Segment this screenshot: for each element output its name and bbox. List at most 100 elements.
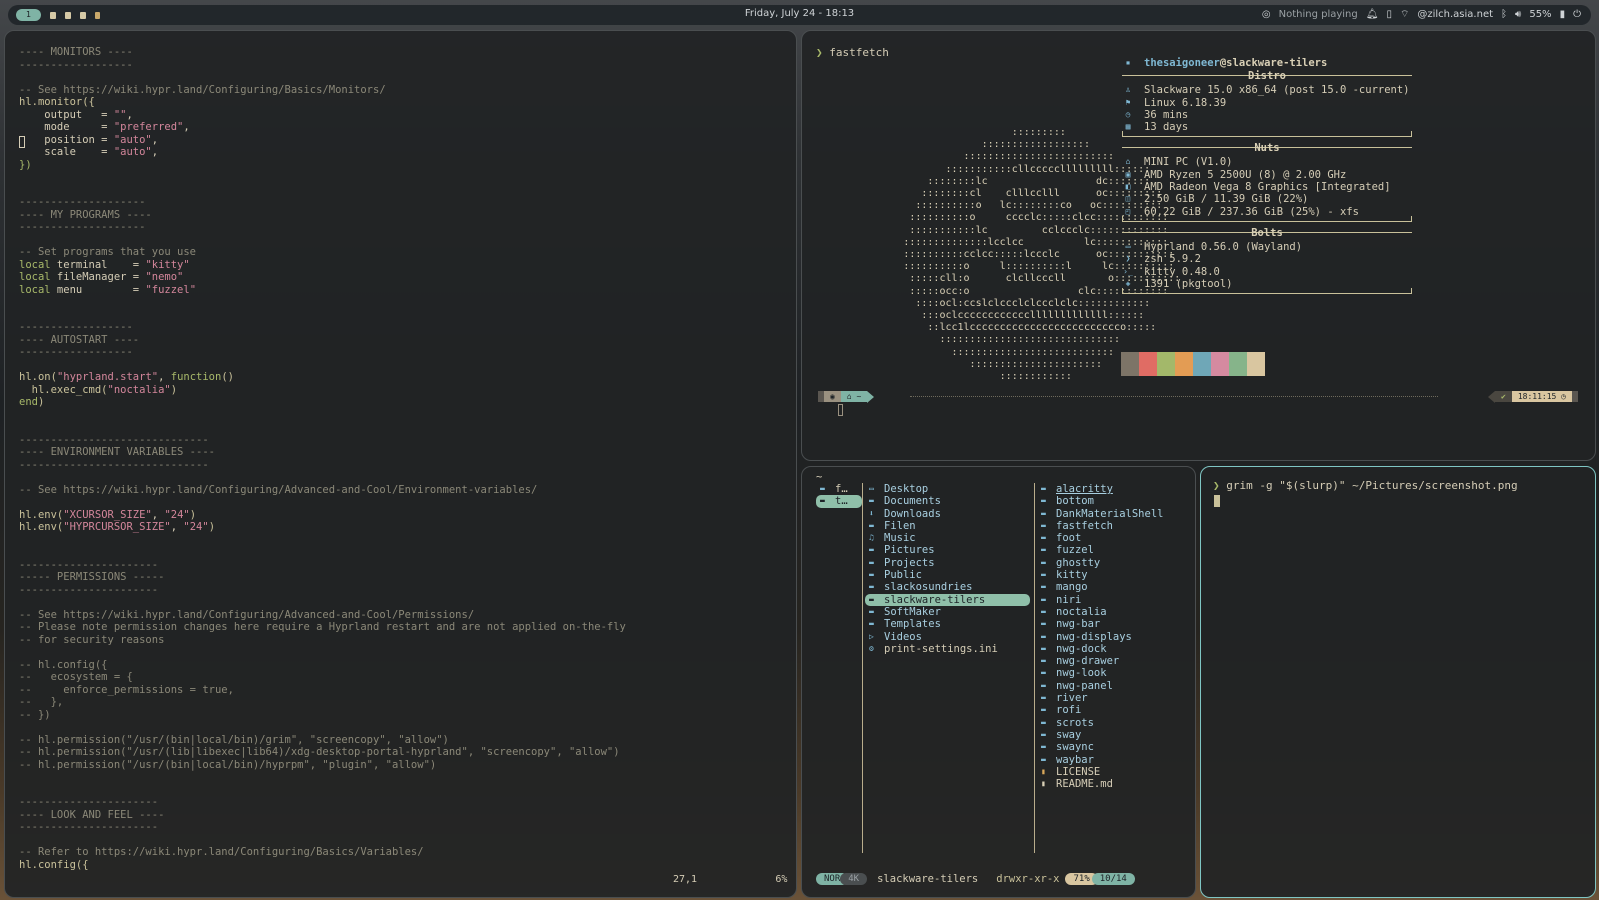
code-line[interactable]: ---- LOOK AND FEEL ---- <box>19 809 626 822</box>
nvim-window[interactable]: ---- MONITORS ---- ------------------ -- S… <box>4 30 797 898</box>
code-line[interactable]: local terminal = "kitty" <box>19 259 626 272</box>
network-name[interactable]: @zilch.asia.net <box>1417 9 1493 20</box>
code-line[interactable] <box>19 184 626 197</box>
preview-entry[interactable]: ▬ fastfetch <box>1037 520 1167 532</box>
code-line[interactable]: ---------------------- <box>19 821 626 834</box>
code-line[interactable]: hl.config({ <box>19 859 626 872</box>
code-line[interactable]: ---- ENVIRONMENT VARIABLES ---- <box>19 446 626 459</box>
code-line[interactable] <box>19 534 626 547</box>
code-line[interactable]: ---- AUTOSTART ---- <box>19 334 626 347</box>
code-line[interactable] <box>19 71 626 84</box>
code-line[interactable] <box>19 359 626 372</box>
code-line[interactable]: -- hl.permission("/usr/(bin|local/bin)/g… <box>19 734 626 747</box>
code-line[interactable]: local fileManager = "nemo" <box>19 271 626 284</box>
code-line[interactable]: -- hl.permission("/usr/(bin|local/bin)/h… <box>19 759 626 772</box>
preview-entry[interactable]: ▬ waybar <box>1037 754 1167 766</box>
file-entry[interactable]: ▬ Pictures <box>865 544 1030 556</box>
file-entry[interactable]: ▷ Videos <box>865 631 1030 643</box>
code-line[interactable]: -- See https://wiki.hypr.land/Configurin… <box>19 609 626 622</box>
code-line[interactable]: ---- MY PROGRAMS ---- <box>19 209 626 222</box>
code-line[interactable]: -- }, <box>19 696 626 709</box>
code-buffer[interactable]: ---- MONITORS ---- ------------------ -- S… <box>19 46 626 871</box>
file-entry[interactable]: ▬ Public <box>865 569 1030 581</box>
command-line[interactable]: ❯ grim -g "$(slurp)" ~/Pictures/screensh… <box>1213 479 1518 492</box>
file-entry[interactable]: ▬ Templates <box>865 618 1030 630</box>
parent-entry[interactable]: ▬ f… <box>816 483 862 495</box>
code-line[interactable]: ------------------ <box>19 59 626 72</box>
battery-icon[interactable]: ▮ <box>1560 9 1566 20</box>
preview-entry[interactable]: ▬ swaync <box>1037 741 1167 753</box>
preview-entry[interactable]: ▬ sway <box>1037 729 1167 741</box>
preview-entry[interactable]: ▬ rofi <box>1037 704 1167 716</box>
file-entry[interactable]: ▬ slackware-tilers <box>865 593 1030 606</box>
code-line[interactable]: }) <box>19 159 626 172</box>
volume-icon[interactable]: 🔊︎ <box>1515 9 1521 20</box>
preview-entry[interactable]: ▬ ghostty <box>1037 557 1167 569</box>
code-line[interactable]: -------------------- <box>19 196 626 209</box>
code-line[interactable]: -- Set programs that you use <box>19 246 626 259</box>
preview-entry[interactable]: ▮ README.md <box>1037 778 1167 790</box>
code-line[interactable]: output = "", <box>19 109 626 122</box>
code-line[interactable]: ---------------------- <box>19 796 626 809</box>
bell-icon[interactable]: 🔔︎ <box>1366 9 1379 20</box>
preview-entry[interactable]: ▬ scrots <box>1037 717 1167 729</box>
code-line[interactable]: -- Please note permission changes here r… <box>19 621 626 634</box>
terminal-window[interactable]: ❯ grim -g "$(slurp)" ~/Pictures/screensh… <box>1200 466 1596 898</box>
file-entry[interactable]: ▬ Documents <box>865 495 1030 507</box>
code-line[interactable] <box>19 721 626 734</box>
code-line[interactable]: -- }) <box>19 709 626 722</box>
file-entry[interactable]: ⚙ print-settings.ini <box>865 643 1030 655</box>
file-entry[interactable]: ▭ Desktop <box>865 483 1030 495</box>
preview-entry[interactable]: ▬ foot <box>1037 532 1167 544</box>
parent-entry[interactable]: ▬ t… <box>816 495 862 508</box>
preview-entry[interactable]: ▬ nwg-drawer <box>1037 655 1167 667</box>
code-line[interactable]: -- enforce_permissions = true, <box>19 684 626 697</box>
volume-level[interactable]: 55% <box>1529 9 1551 20</box>
code-line[interactable]: -- See https://wiki.hypr.land/Configurin… <box>19 484 626 497</box>
preview-entry[interactable]: ▬ DankMaterialShell <box>1037 508 1167 520</box>
fastfetch-window[interactable]: ❯ fastfetch ::::::::: ::::::::::::::::::… <box>801 30 1596 461</box>
code-line[interactable]: ----- PERMISSIONS ----- <box>19 571 626 584</box>
code-line[interactable]: ------------------------------ <box>19 434 626 447</box>
code-line[interactable] <box>19 309 626 322</box>
preview-entry[interactable]: ▬ alacritty <box>1037 483 1167 495</box>
media-status[interactable]: Nothing playing <box>1279 9 1358 20</box>
code-line[interactable]: -- See https://wiki.hypr.land/Configurin… <box>19 84 626 97</box>
preview-entry[interactable]: ▬ bottom <box>1037 495 1167 507</box>
code-line[interactable]: -------------------- <box>19 221 626 234</box>
code-line[interactable]: -- Refer to https://wiki.hypr.land/Confi… <box>19 846 626 859</box>
wifi-icon[interactable]: ⌔ <box>1400 8 1409 21</box>
code-line[interactable]: ---------------------- <box>19 584 626 597</box>
code-line[interactable] <box>19 546 626 559</box>
code-line[interactable]: position = "auto", <box>19 134 626 147</box>
code-line[interactable] <box>19 596 626 609</box>
file-entry[interactable]: ▬ Filen <box>865 520 1030 532</box>
code-line[interactable] <box>19 296 626 309</box>
preview-entry[interactable]: ▬ nwg-bar <box>1037 618 1167 630</box>
preview-entry[interactable]: ▬ nwg-look <box>1037 667 1167 679</box>
code-line[interactable]: hl.on("hyprland.start", function() <box>19 371 626 384</box>
code-line[interactable]: ---------------------- <box>19 559 626 572</box>
file-entry[interactable]: ▬ Projects <box>865 557 1030 569</box>
code-line[interactable]: ---- MONITORS ---- <box>19 46 626 59</box>
preview-entry[interactable]: ▬ nwg-displays <box>1037 631 1167 643</box>
code-line[interactable] <box>19 471 626 484</box>
code-line[interactable]: local menu = "fuzzel" <box>19 284 626 297</box>
clipboard-icon[interactable]: ▯ <box>1386 9 1392 20</box>
preview-entry[interactable]: ▮ LICENSE <box>1037 766 1167 778</box>
file-manager-window[interactable]: ~ ▬ f… ▬ t… ▭ Desktop ▬ Documents ⬇ Downloads ▬ Fi… <box>801 466 1196 898</box>
code-line[interactable]: hl.monitor({ <box>19 96 626 109</box>
file-entry[interactable]: ♫ Music <box>865 532 1030 544</box>
file-entry[interactable]: ⬇ Downloads <box>865 508 1030 520</box>
code-line[interactable] <box>19 234 626 247</box>
code-line[interactable] <box>19 646 626 659</box>
preview-entry[interactable]: ▬ river <box>1037 692 1167 704</box>
code-line[interactable]: -- hl.permission("/usr/(lib|libexec|lib6… <box>19 746 626 759</box>
preview-entry[interactable]: ▬ fuzzel <box>1037 544 1167 556</box>
code-line[interactable]: scale = "auto", <box>19 146 626 159</box>
preview-entry[interactable]: ▬ nwg-dock <box>1037 643 1167 655</box>
code-line[interactable]: hl.exec_cmd("noctalia") <box>19 384 626 397</box>
code-line[interactable]: ------------------ <box>19 321 626 334</box>
code-line[interactable]: end) <box>19 396 626 409</box>
code-line[interactable]: hl.env("HYPRCURSOR_SIZE", "24") <box>19 521 626 534</box>
